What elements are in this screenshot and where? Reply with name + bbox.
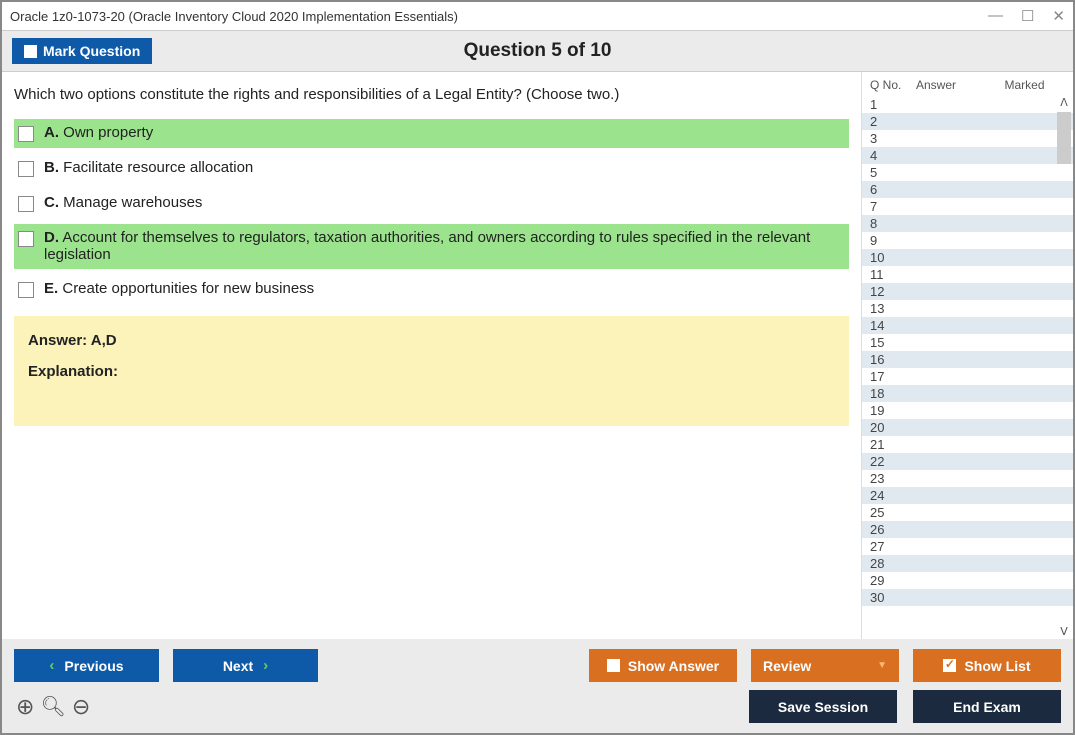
option-label: A. Own property <box>44 124 153 141</box>
end-exam-button[interactable]: End Exam <box>913 690 1061 723</box>
question-row[interactable]: 26 <box>862 521 1073 538</box>
question-row[interactable]: 11 <box>862 266 1073 283</box>
option-c[interactable]: C. Manage warehouses <box>14 189 849 218</box>
question-row[interactable]: 14 <box>862 317 1073 334</box>
show-list-button[interactable]: Show List <box>913 649 1061 682</box>
window-title: Oracle 1z0-1073-20 (Oracle Inventory Clo… <box>10 9 988 24</box>
zoom-reset-icon[interactable]: ⊕ <box>14 694 36 720</box>
checkbox-icon[interactable] <box>18 126 34 142</box>
question-row[interactable]: 6 <box>862 181 1073 198</box>
end-exam-label: End Exam <box>953 699 1021 715</box>
question-row[interactable]: 3 <box>862 130 1073 147</box>
option-label: D. Account for themselves to regulators,… <box>44 229 843 263</box>
col-qno: Q No. <box>870 78 916 92</box>
previous-button[interactable]: ‹ Previous <box>14 649 159 682</box>
checkbox-icon[interactable] <box>18 161 34 177</box>
option-e[interactable]: E. Create opportunities for new business <box>14 275 849 304</box>
question-row[interactable]: 9 <box>862 232 1073 249</box>
answer-box: Answer: A,D Explanation: <box>14 316 849 426</box>
question-row[interactable]: 10 <box>862 249 1073 266</box>
question-text: Which two options constitute the rights … <box>14 86 849 103</box>
option-a[interactable]: A. Own property <box>14 119 849 148</box>
question-row[interactable]: 28 <box>862 555 1073 572</box>
question-row[interactable]: 17 <box>862 368 1073 385</box>
question-row[interactable]: 29 <box>862 572 1073 589</box>
question-row[interactable]: 12 <box>862 283 1073 300</box>
close-icon[interactable]: ✕ <box>1052 7 1065 25</box>
question-row[interactable]: 30 <box>862 589 1073 606</box>
option-label: B. Facilitate resource allocation <box>44 159 253 176</box>
review-button[interactable]: Review ▼ <box>751 649 899 682</box>
question-row[interactable]: 4 <box>862 147 1073 164</box>
mark-checkbox-icon <box>24 45 37 58</box>
show-answer-button[interactable]: Show Answer <box>589 649 737 682</box>
review-label: Review <box>763 658 811 674</box>
question-row[interactable]: 25 <box>862 504 1073 521</box>
save-session-label: Save Session <box>778 699 868 715</box>
question-list-panel: Q No. Answer Marked ᐱ ᐯ 1234567891011121… <box>861 72 1073 639</box>
title-bar: Oracle 1z0-1073-20 (Oracle Inventory Clo… <box>2 2 1073 30</box>
option-label: C. Manage warehouses <box>44 194 202 211</box>
question-row[interactable]: 27 <box>862 538 1073 555</box>
col-marked: Marked <box>982 78 1067 92</box>
footer-row-1: ‹ Previous Next › Show Answer Review ▼ S… <box>14 649 1061 682</box>
show-answer-label: Show Answer <box>628 658 719 674</box>
next-button[interactable]: Next › <box>173 649 318 682</box>
checkbox-checked-icon <box>943 659 956 672</box>
question-list-body[interactable]: ᐱ ᐯ 123456789101112131415161718192021222… <box>862 96 1073 639</box>
question-row[interactable]: 13 <box>862 300 1073 317</box>
question-row[interactable]: 21 <box>862 436 1073 453</box>
question-row[interactable]: 16 <box>862 351 1073 368</box>
minimize-icon[interactable]: — <box>988 7 1003 25</box>
scroll-down-icon[interactable]: ᐯ <box>1057 625 1071 639</box>
chevron-right-icon: › <box>263 657 268 674</box>
question-row[interactable]: 7 <box>862 198 1073 215</box>
checkbox-icon[interactable] <box>18 231 34 247</box>
chevron-down-icon: ▼ <box>877 660 887 671</box>
maximize-icon[interactable]: ☐ <box>1021 7 1034 25</box>
mark-question-button[interactable]: Mark Question <box>12 38 152 64</box>
next-label: Next <box>223 658 253 674</box>
save-session-button[interactable]: Save Session <box>749 690 897 723</box>
question-counter-title: Question 5 of 10 <box>464 40 612 62</box>
question-panel: Which two options constitute the rights … <box>2 72 861 639</box>
scrollbar-thumb[interactable] <box>1057 112 1071 164</box>
footer-bar: ‹ Previous Next › Show Answer Review ▼ S… <box>2 639 1073 733</box>
option-label: E. Create opportunities for new business <box>44 280 314 297</box>
app-window: Oracle 1z0-1073-20 (Oracle Inventory Clo… <box>0 0 1075 735</box>
option-b[interactable]: B. Facilitate resource allocation <box>14 154 849 183</box>
checkbox-icon <box>607 659 620 672</box>
question-row[interactable]: 22 <box>862 453 1073 470</box>
chevron-left-icon: ‹ <box>49 657 54 674</box>
show-list-label: Show List <box>964 658 1030 674</box>
zoom-in-icon[interactable]: 🔍︎ <box>38 694 67 719</box>
scroll-up-icon[interactable]: ᐱ <box>1057 96 1071 110</box>
footer-row-2: ⊕ 🔍︎ ⊖ Save Session End Exam <box>14 690 1061 723</box>
question-row[interactable]: 18 <box>862 385 1073 402</box>
question-row[interactable]: 24 <box>862 487 1073 504</box>
mark-question-label: Mark Question <box>43 43 140 59</box>
checkbox-icon[interactable] <box>18 282 34 298</box>
question-row[interactable]: 19 <box>862 402 1073 419</box>
question-row[interactable]: 5 <box>862 164 1073 181</box>
question-row[interactable]: 15 <box>862 334 1073 351</box>
option-d[interactable]: D. Account for themselves to regulators,… <box>14 224 849 269</box>
answer-text: Answer: A,D <box>28 332 835 349</box>
question-row[interactable]: 23 <box>862 470 1073 487</box>
question-row[interactable]: 1 <box>862 96 1073 113</box>
zoom-out-icon[interactable]: ⊖ <box>70 694 92 720</box>
checkbox-icon[interactable] <box>18 196 34 212</box>
explanation-label: Explanation: <box>28 363 835 380</box>
col-answer: Answer <box>916 78 982 92</box>
question-row[interactable]: 2 <box>862 113 1073 130</box>
question-list-header: Q No. Answer Marked <box>862 72 1073 96</box>
previous-label: Previous <box>64 658 123 674</box>
question-row[interactable]: 20 <box>862 419 1073 436</box>
header-bar: Mark Question Question 5 of 10 <box>2 30 1073 72</box>
body-area: Which two options constitute the rights … <box>2 72 1073 639</box>
question-row[interactable]: 8 <box>862 215 1073 232</box>
window-controls: — ☐ ✕ <box>988 7 1065 25</box>
